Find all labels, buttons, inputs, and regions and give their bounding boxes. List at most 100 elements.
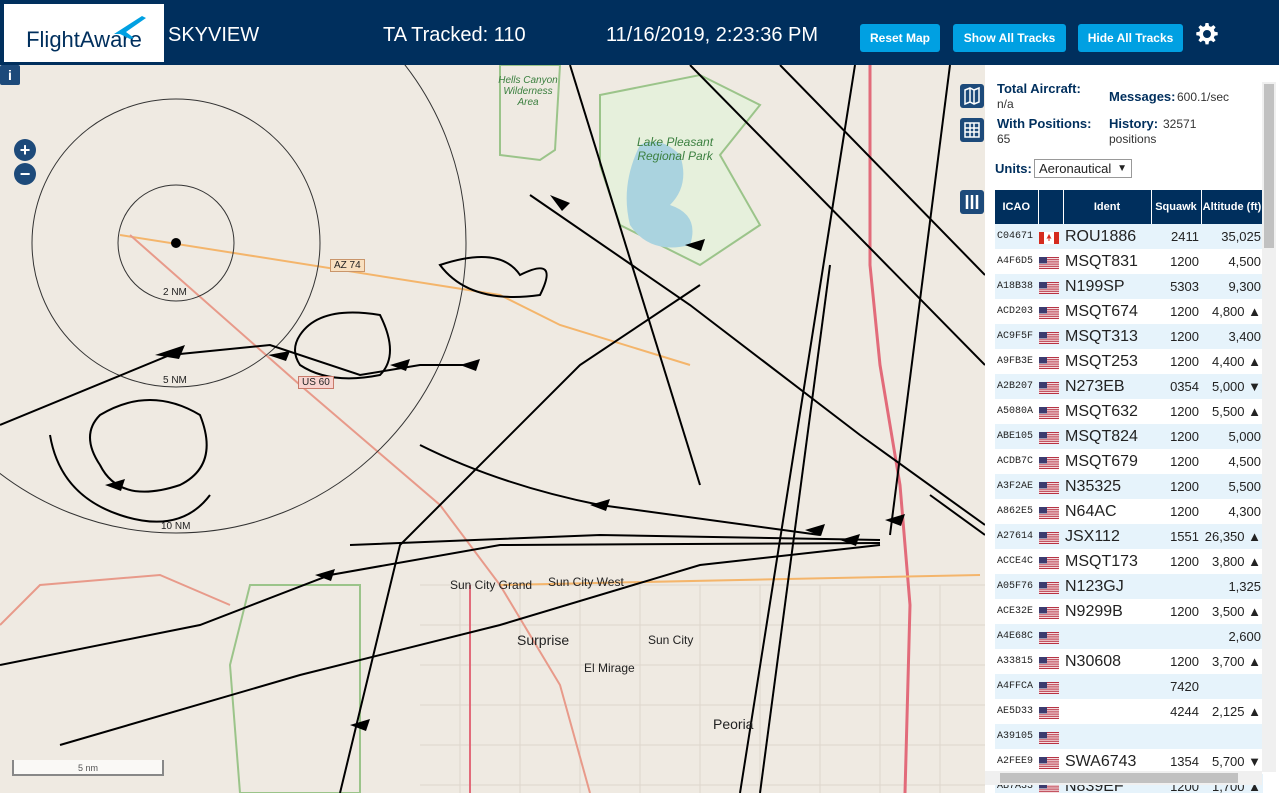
map-scale-bar: 5 nm	[12, 760, 164, 776]
altitude-cell: 5,000	[1201, 424, 1263, 449]
table-row[interactable]: A39105	[995, 724, 1263, 749]
col-header-squawk[interactable]: Squawk	[1151, 190, 1202, 224]
table-row[interactable]: A27614 JSX112 1551 26,350 ▲	[995, 524, 1263, 549]
table-row[interactable]: ACE32E N9299B 1200 3,500 ▲	[995, 599, 1263, 624]
altitude-cell: 4,500	[1228, 454, 1261, 469]
show-all-tracks-button[interactable]: Show All Tracks	[953, 24, 1066, 52]
flag-cell	[1038, 724, 1063, 749]
map-canvas[interactable]: Sun City Grand Sun City West Surprise Su…	[0, 65, 985, 793]
flag-cell	[1038, 599, 1063, 624]
flag-cell	[1038, 424, 1063, 449]
units-select[interactable]: Aeronautical ▼	[1034, 159, 1132, 178]
ident-cell: N199SP	[1063, 274, 1151, 299]
us-flag-icon	[1039, 506, 1059, 519]
ident-cell	[1063, 699, 1151, 724]
icao-cell: A2B207	[995, 374, 1038, 399]
shield-us60: US 60	[298, 376, 334, 389]
altitude-cell: 5,500 ▲	[1211, 404, 1261, 419]
table-row[interactable]: A18B38 N199SP 5303 9,300	[995, 274, 1263, 299]
ident-cell	[1063, 724, 1151, 749]
flag-cell	[1038, 324, 1063, 349]
us-flag-icon	[1039, 531, 1059, 544]
table-row[interactable]: ACCE4C MSQT173 1200 3,800 ▲	[995, 549, 1263, 574]
col-header-ident[interactable]: Ident	[1063, 190, 1152, 224]
table-row[interactable]: A5080A MSQT632 1200 5,500 ▲	[995, 399, 1263, 424]
us-flag-icon	[1039, 581, 1059, 594]
table-row[interactable]: ACDB7C MSQT679 1200 4,500	[995, 449, 1263, 474]
vertical-scrollbar-thumb[interactable]	[1264, 84, 1274, 248]
table-row[interactable]: A4FFCA 7420	[995, 674, 1263, 699]
horizontal-scrollbar-thumb[interactable]	[1000, 773, 1238, 783]
us-flag-icon	[1039, 656, 1059, 669]
ident-cell: JSX112	[1063, 524, 1151, 549]
table-row[interactable]: ABE105 MSQT824 1200 5,000	[995, 424, 1263, 449]
flag-cell	[1038, 299, 1063, 324]
altitude-cell: 5,500	[1201, 474, 1263, 499]
altitude-cell: 4,300	[1228, 504, 1261, 519]
place-sun-city: Sun City	[648, 633, 694, 647]
us-flag-icon	[1039, 706, 1059, 719]
squawk-cell: 4244	[1170, 704, 1199, 719]
table-row[interactable]: C04671 ROU1886 2411 35,025	[995, 224, 1263, 249]
gear-icon[interactable]	[1195, 22, 1219, 46]
us-flag-icon	[1039, 256, 1059, 269]
zoom-in-button[interactable]: +	[14, 139, 36, 161]
flightaware-logo[interactable]: FlightAware	[4, 4, 164, 62]
squawk-cell: 1200	[1170, 604, 1199, 619]
flag-cell	[1038, 549, 1063, 574]
us-flag-icon	[1039, 556, 1059, 569]
table-row[interactable]: A2B207 N273EB 0354 5,000 ▼	[995, 374, 1263, 399]
place-sun-city-grand: Sun City Grand	[450, 578, 533, 592]
icao-cell: ACE32E	[997, 606, 1034, 617]
altitude-cell: 3,500 ▲	[1211, 604, 1261, 619]
ident-cell: N35325	[1063, 474, 1151, 499]
table-row[interactable]: AE5D33 4244 2,125 ▲	[995, 699, 1263, 724]
altitude-cell: 4,400 ▲	[1211, 354, 1261, 369]
columns-icon[interactable]	[960, 190, 984, 214]
aircraft-panel: Total Aircraft: n/a Messages: 600.1/sec …	[985, 65, 1279, 793]
squawk-cell: 1200	[1170, 654, 1199, 669]
us-flag-icon	[1039, 431, 1059, 444]
squawk-cell: 1200	[1170, 304, 1199, 319]
grid-icon[interactable]	[960, 118, 984, 142]
table-row[interactable]: A9FB3E MSQT253 1200 4,400 ▲	[995, 349, 1263, 374]
ring-label-5nm: 5 NM	[163, 375, 187, 386]
table-row[interactable]: AC9F5F MSQT313 1200 3,400	[995, 324, 1263, 349]
table-row[interactable]: A4E68C 2,600	[995, 624, 1263, 649]
squawk-cell: 1200	[1170, 554, 1199, 569]
icao-cell: ABE105	[995, 424, 1038, 449]
col-header-flag[interactable]	[1038, 190, 1064, 224]
icao-cell: AE5D33	[997, 706, 1034, 717]
map-layers-icon[interactable]	[960, 84, 984, 108]
flag-cell	[1038, 274, 1063, 299]
ident-cell: MSQT313	[1063, 324, 1151, 349]
icao-cell: ACDB7C	[997, 456, 1034, 467]
altitude-cell: 3,400	[1201, 324, 1263, 349]
flag-cell	[1038, 624, 1063, 649]
table-row[interactable]: A862E5 N64AC 1200 4,300	[995, 499, 1263, 524]
col-header-altitude[interactable]: Altitude (ft)	[1201, 190, 1264, 224]
us-flag-icon	[1039, 681, 1059, 694]
reset-map-button[interactable]: Reset Map	[860, 24, 940, 52]
ring-label-10nm: 10 NM	[161, 521, 191, 532]
us-flag-icon	[1039, 306, 1059, 319]
icao-cell: C04671	[995, 224, 1038, 249]
flag-cell	[1038, 399, 1063, 424]
table-row[interactable]: A4F6D5 MSQT831 1200 4,500	[995, 249, 1263, 274]
place-sun-city-west: Sun City West	[548, 575, 624, 589]
chevron-down-icon: ▼	[1117, 163, 1127, 174]
with-positions-label: With Positions:	[997, 116, 1092, 131]
ident-cell: MSQT674	[1065, 302, 1138, 320]
table-row[interactable]: ACD203 MSQT674 1200 4,800 ▲	[995, 299, 1263, 324]
table-row[interactable]: A05F76 N123GJ 1,325	[995, 574, 1263, 599]
hide-all-tracks-button[interactable]: Hide All Tracks	[1078, 24, 1183, 52]
icao-cell: ACCE4C	[997, 556, 1034, 567]
tracked-count: TA Tracked: 110	[383, 24, 526, 46]
us-flag-icon	[1039, 281, 1059, 294]
col-header-icao[interactable]: ICAO	[995, 190, 1039, 224]
table-row[interactable]: A33815 N30608 1200 3,700 ▲	[995, 649, 1263, 674]
zoom-out-button[interactable]: −	[14, 163, 36, 185]
table-row[interactable]: A3F2AE N35325 1200 5,500	[995, 474, 1263, 499]
ident-cell: N64AC	[1065, 502, 1117, 520]
icao-cell: A4F6D5	[997, 256, 1034, 267]
